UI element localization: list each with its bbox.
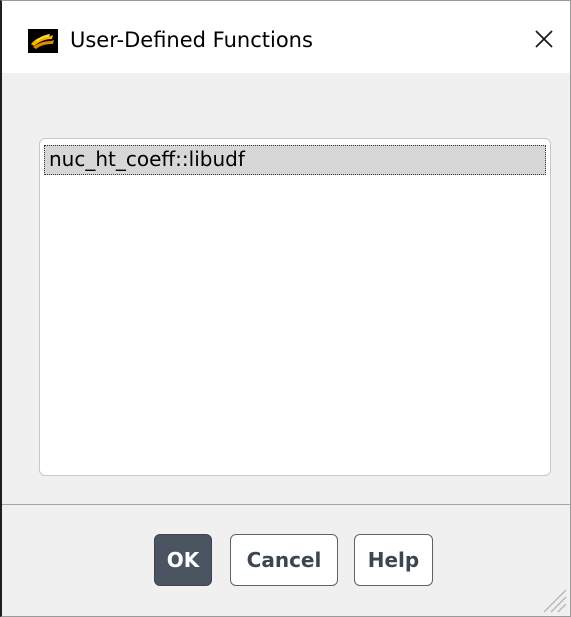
title-bar: User-Defined Functions — [2, 1, 570, 73]
divider — [2, 504, 570, 505]
cancel-button[interactable]: Cancel — [230, 534, 338, 586]
close-icon — [535, 30, 553, 48]
close-button[interactable] — [518, 11, 570, 67]
window-title: User-Defined Functions — [70, 28, 313, 52]
udf-listbox[interactable]: nuc_ht_coeff::libudf — [39, 138, 551, 476]
ok-button[interactable]: OK — [154, 534, 212, 586]
app-icon — [28, 29, 58, 53]
udf-dialog: User-Defined Functions nuc_ht_coeff::lib… — [0, 0, 571, 617]
list-item-nuc-ht-coeff[interactable]: nuc_ht_coeff::libudf — [44, 145, 546, 175]
resize-grip-icon[interactable] — [538, 584, 568, 614]
help-button[interactable]: Help — [354, 534, 433, 586]
